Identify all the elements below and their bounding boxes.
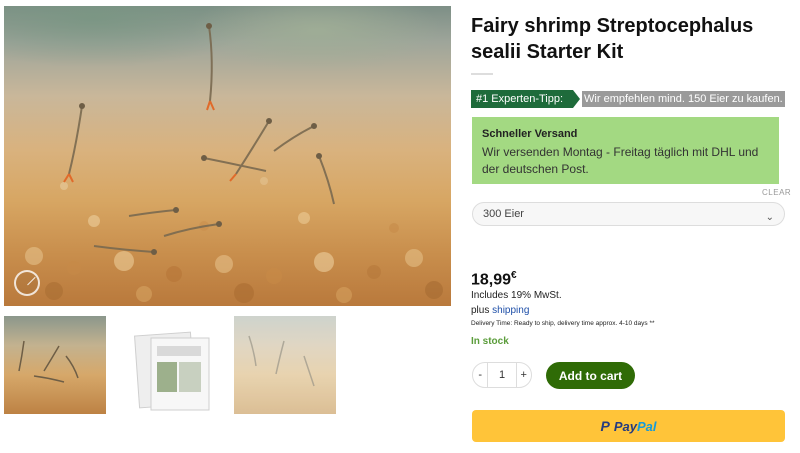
variant-selected-value: 300 Eier (483, 208, 524, 220)
paypal-logo-icon: P (600, 418, 610, 434)
product-price: 18,99€ (471, 270, 517, 289)
price-value: 18,99 (471, 271, 512, 289)
thumbnail-1[interactable] (4, 316, 106, 414)
expert-tip-badge: #1 Experten-Tipp: (471, 90, 581, 108)
clear-variation-link[interactable]: CLEAR (762, 188, 791, 197)
thumbnail-2[interactable] (119, 316, 221, 414)
add-to-cart-button[interactable]: Add to cart (546, 362, 635, 389)
tax-note: Includes 19% MwSt. (471, 290, 562, 301)
shipping-box-title: Schneller Versand (482, 128, 578, 140)
quantity-stepper: - 1 + (472, 362, 532, 388)
thumbnail-shrimp-image (18, 340, 79, 383)
product-main-image[interactable] (4, 6, 451, 306)
delivery-time: Delivery Time: Ready to ship, delivery t… (471, 320, 655, 327)
price-currency: € (511, 270, 517, 281)
quantity-input[interactable]: 1 (487, 363, 517, 387)
chevron-down-icon: ⌄ (765, 212, 774, 223)
shipping-link[interactable]: shipping (492, 305, 529, 316)
quantity-increase-button[interactable]: + (517, 369, 531, 381)
stock-status: In stock (471, 336, 509, 347)
thumbnail-kit-image (134, 331, 210, 411)
expert-tip-text: Wir empfehlen mind. 150 Eier zu kaufen. (582, 91, 785, 107)
thumbnail-3[interactable] (234, 316, 336, 414)
variant-select[interactable]: 300 Eier ⌄ (472, 202, 785, 226)
expand-icon[interactable] (14, 270, 40, 296)
paypal-button[interactable]: P Pay Pal (472, 410, 785, 442)
shrimp-photo (25, 23, 443, 303)
paypal-label-pal: Pal (636, 418, 657, 434)
shipping-note: plus shipping (471, 305, 529, 316)
shipping-info-box: Schneller Versand Wir versenden Montag -… (472, 117, 779, 184)
thumbnail-shrimp-image-faded (248, 335, 315, 387)
product-title: Fairy shrimp Streptocephalus sealii Star… (471, 15, 754, 63)
paypal-label-pay: Pay (613, 418, 637, 434)
quantity-decrease-button[interactable]: - (473, 369, 487, 381)
shipping-box-text: Wir versenden Montag - Freitag täglich m… (482, 145, 759, 176)
title-divider (471, 73, 493, 75)
expert-tip: #1 Experten-Tipp: Wir empfehlen mind. 15… (471, 90, 785, 108)
shipping-prefix: plus (471, 305, 490, 316)
